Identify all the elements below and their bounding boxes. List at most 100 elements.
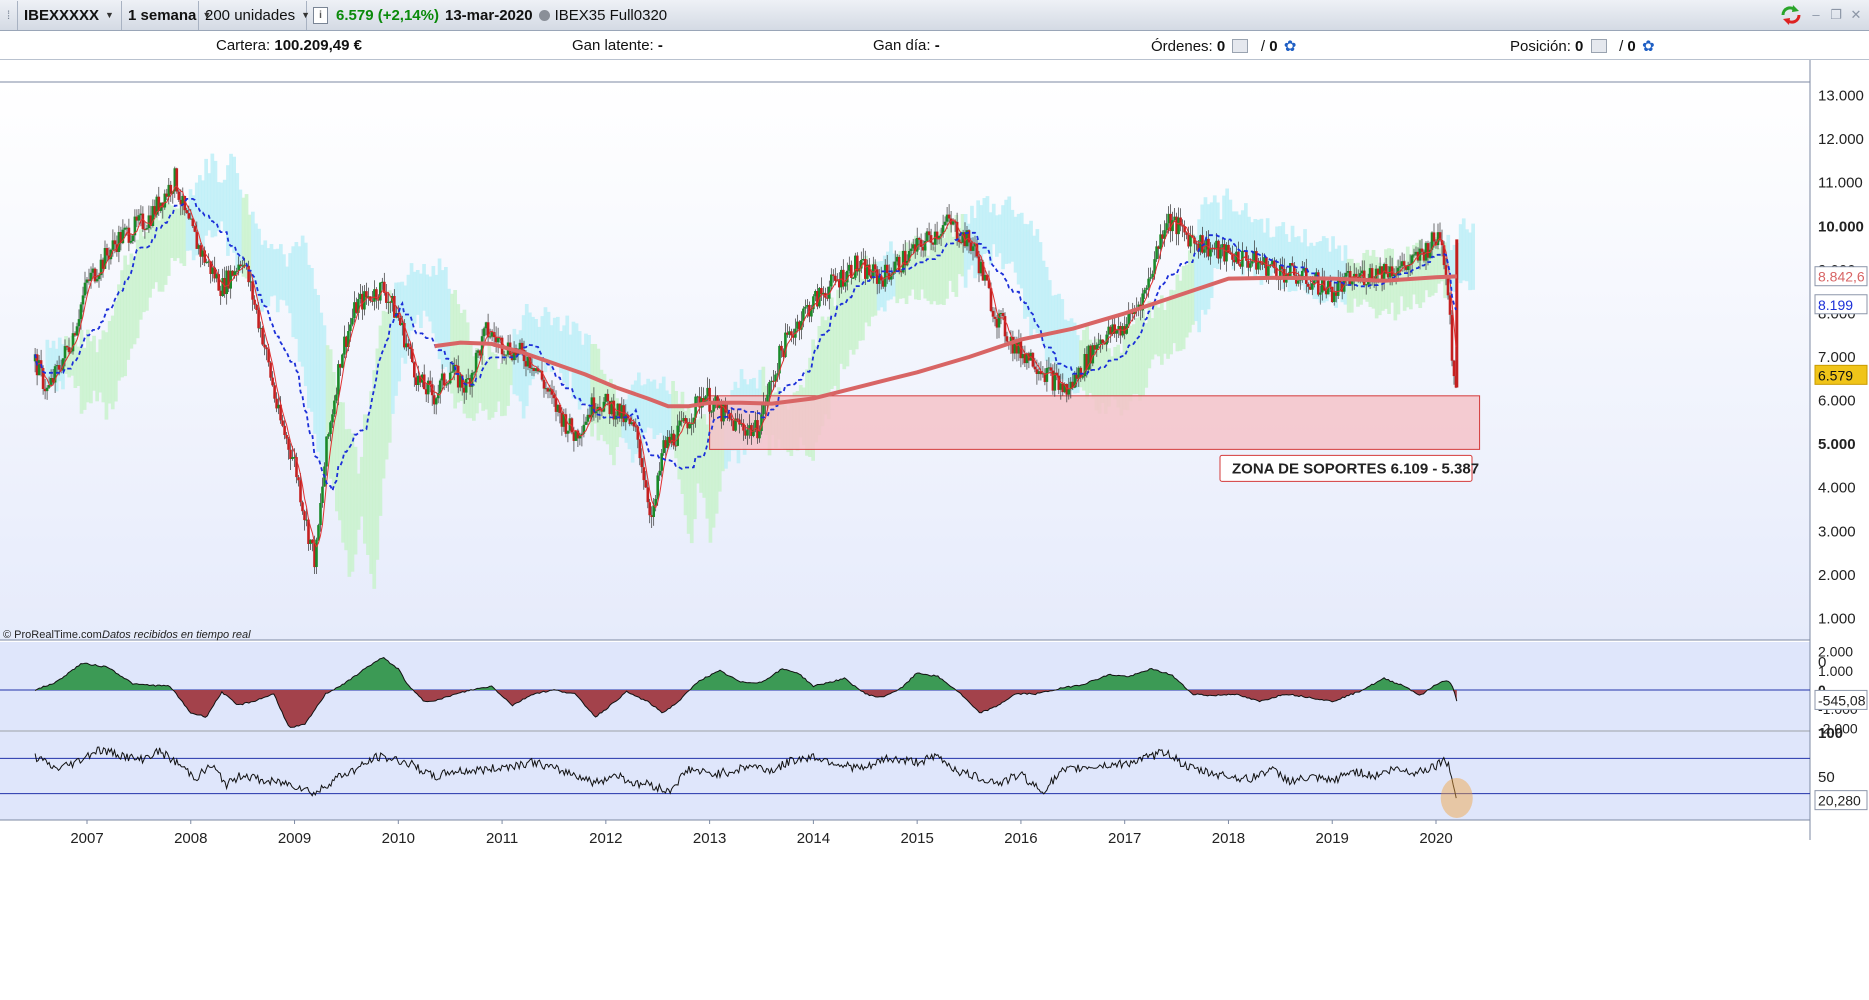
candle-up — [1364, 284, 1368, 286]
candle-down — [1446, 277, 1450, 296]
gan-dia-value: - — [934, 37, 940, 54]
candle-down — [442, 373, 446, 386]
restore-icon[interactable]: ❐ — [1829, 8, 1843, 22]
y-tick-label: 2.000 — [1818, 567, 1856, 584]
cloud-segment — [319, 312, 324, 463]
last-price: 6.579 (+2,14%) — [336, 6, 439, 24]
candle-down — [1420, 248, 1424, 252]
candle-up — [746, 429, 749, 436]
minimize-icon[interactable]: – — [1809, 8, 1823, 22]
candle-up — [77, 319, 81, 327]
candle-up — [710, 411, 713, 413]
cloud-segment — [487, 342, 492, 420]
candle-down — [929, 235, 933, 243]
candle-up — [337, 364, 340, 395]
cartera-label: Cartera: — [216, 37, 271, 54]
refresh-icon[interactable] — [1779, 4, 1803, 26]
gan-latente-label: Gan latente: — [572, 37, 654, 54]
chevron-down-icon: ▼ — [105, 10, 114, 20]
candle-down — [1049, 367, 1053, 371]
orders-list-icon[interactable] — [1232, 39, 1249, 53]
cloud-segment — [1175, 274, 1180, 352]
candle-down — [1450, 314, 1454, 361]
cloud-segment — [104, 332, 109, 420]
candle-up — [81, 295, 85, 305]
candle-down — [257, 309, 260, 329]
candle-up — [496, 338, 500, 343]
candle-down — [991, 310, 995, 317]
candle-up — [325, 436, 328, 467]
cartera: Cartera: 100.209,49 € — [216, 37, 362, 54]
candle-down — [413, 362, 416, 378]
price-tag-label: 8.199 — [1818, 297, 1853, 313]
candle-up — [656, 475, 659, 499]
candle-up — [1045, 368, 1049, 382]
candle-down — [1370, 268, 1374, 279]
candle-up — [971, 246, 975, 251]
candle-up — [830, 274, 833, 287]
candle-down — [885, 264, 889, 274]
portfolio-bar: Cartera: 100.209,49 € Gan latente: - Gan… — [0, 31, 1869, 60]
candle-up — [1313, 280, 1316, 284]
quote-info: i 6.579 (+2,14%) 13-mar-2020 IBEX35 Full… — [307, 1, 673, 30]
timeframe-label: 1 semana — [128, 6, 197, 24]
cloud-segment — [176, 208, 180, 259]
candle-down — [642, 467, 646, 481]
price-chart[interactable]: 14.00013.00012.00011.00010.0009.0008.000… — [0, 60, 1869, 1000]
candle-down — [606, 393, 610, 402]
x-tick-label: 2020 — [1419, 830, 1452, 847]
candle-up — [472, 372, 476, 374]
close-icon[interactable]: ✕ — [1849, 8, 1863, 22]
candle-down — [407, 343, 410, 348]
x-tick-label: 2015 — [900, 830, 933, 847]
candle-up — [482, 328, 486, 337]
candle-up — [79, 304, 83, 320]
timeframe-selector[interactable]: 1 semana ▼ — [122, 0, 211, 30]
info-icon[interactable]: i — [313, 6, 328, 24]
candle-down — [736, 418, 739, 420]
candle-down — [265, 347, 268, 350]
candle-up — [1267, 266, 1270, 276]
candle-up — [1095, 344, 1099, 350]
support-zone-label: ZONA DE SOPORTES 6.109 - 5.387 — [1232, 460, 1479, 477]
gear-icon[interactable]: ✿ — [1284, 38, 1297, 55]
candle-up — [329, 422, 332, 435]
cloud-segment — [415, 270, 420, 315]
osc-tick-label: 1.000 — [1818, 663, 1853, 679]
candle-down — [832, 274, 835, 276]
rsi-panel-bg — [0, 732, 1810, 820]
candle-up — [1145, 287, 1148, 290]
candle-up — [335, 394, 338, 401]
candle-down — [261, 327, 264, 345]
candle-down — [897, 256, 901, 272]
y-tick-label: 14.000 — [1818, 60, 1864, 61]
gan-latente: Gan latente: - — [572, 37, 663, 54]
price-tag-label: 6.579 — [1818, 367, 1853, 383]
candle-down — [834, 275, 837, 281]
symbol-label: IBEXXXXX — [24, 6, 100, 24]
candle-down — [297, 477, 300, 481]
candle-down — [385, 292, 388, 303]
positions-list-icon[interactable] — [1590, 39, 1607, 53]
osc-tick-label: 2.000 — [1818, 644, 1853, 660]
candle-up — [1067, 389, 1071, 395]
drag-handle-icon[interactable]: ⁞ — [0, 0, 18, 30]
cloud-segment — [57, 337, 62, 382]
candle-down — [255, 304, 258, 310]
x-tick-label: 2017 — [1108, 830, 1141, 847]
candle-up — [1143, 289, 1146, 294]
candle-down — [281, 420, 284, 426]
x-tick-label: 2010 — [382, 830, 415, 847]
gear-icon[interactable]: ✿ — [1642, 38, 1655, 55]
units-selector[interactable]: 200 unidades ▼ — [199, 0, 310, 30]
candle-up — [660, 453, 663, 471]
cloud-segment — [963, 214, 968, 288]
candle-down — [177, 191, 181, 200]
candle-down — [1402, 261, 1406, 266]
cloud-segment — [294, 242, 299, 339]
candle-up — [1319, 292, 1322, 295]
symbol-selector[interactable]: IBEXXXXX ▼ — [18, 0, 122, 30]
candle-down — [1455, 239, 1459, 388]
candle-down — [780, 345, 783, 351]
candle-down — [428, 380, 432, 385]
